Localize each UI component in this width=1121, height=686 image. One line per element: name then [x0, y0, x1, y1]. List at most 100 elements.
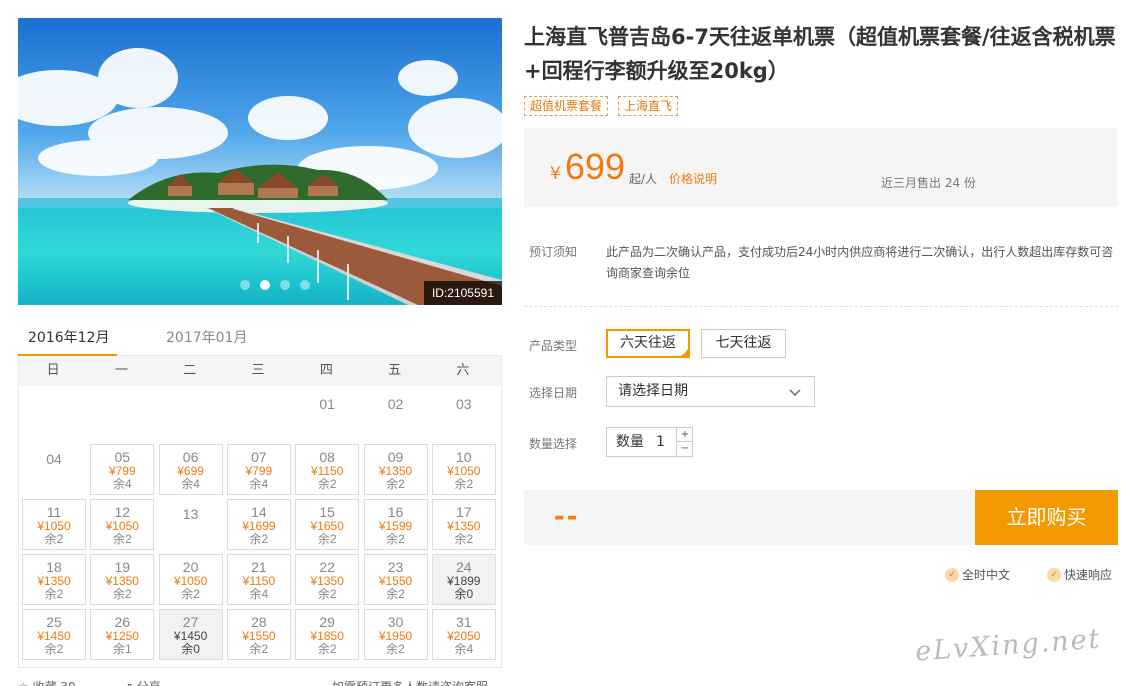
calendar-day-06[interactable]: 06 ¥699 余4	[158, 444, 223, 495]
day-remaining: 余2	[386, 532, 405, 546]
quantity-value[interactable]: 1	[656, 428, 665, 456]
calendar-day-03: 03	[432, 389, 496, 440]
calendar-day-11[interactable]: 11 ¥1050 余2	[22, 499, 86, 550]
day-number: 23	[387, 559, 404, 575]
weekday-tue: 二	[183, 363, 197, 378]
tab-month-jan[interactable]: 2017年01月	[166, 327, 247, 347]
calendar-day-26[interactable]: 26 ¥1250 余1	[90, 609, 155, 660]
product-hero-image[interactable]: ID:2105591	[18, 18, 502, 305]
decrement-button[interactable]: −	[676, 442, 693, 456]
calendar-day-31[interactable]: 31 ¥2050 余4	[431, 609, 496, 660]
calendar-day-04: 04	[22, 444, 86, 495]
calendar-day-18[interactable]: 18 ¥1350 余2	[22, 554, 86, 605]
calendar-day-05[interactable]: 05 ¥799 余4	[90, 444, 155, 495]
favorite-button[interactable]: ☆ 收藏 30	[18, 678, 76, 686]
day-number: 10	[456, 449, 472, 465]
quantity-stepper: 数量 1 + −	[606, 427, 693, 457]
calendar-day-25[interactable]: 25 ¥1450 余2	[22, 609, 86, 660]
buy-now-button[interactable]: 立即购买	[975, 490, 1118, 545]
date-select-placeholder: 请选择日期	[618, 383, 688, 399]
day-remaining: 余4	[181, 477, 200, 491]
day-number: 14	[251, 504, 267, 520]
total-price: --	[554, 502, 580, 532]
calendar-day-14[interactable]: 14 ¥1699 余2	[226, 499, 291, 550]
weekday-header: 日 一 二 三 四 五 六	[19, 356, 501, 386]
day-remaining: 余2	[386, 477, 405, 491]
calendar-day-21[interactable]: 21 ¥1150 余4	[226, 554, 291, 605]
option-six-days[interactable]: 六天往返 ✓	[606, 329, 690, 358]
calendar-day-30[interactable]: 30 ¥1950 余2	[363, 609, 428, 660]
calendar-day-12[interactable]: 12 ¥1050 余2	[90, 499, 155, 550]
day-remaining: 余2	[454, 477, 474, 491]
day-number: 19	[114, 559, 131, 575]
product-title: 上海直飞普吉岛6-7天往返单机票（超值机票套餐/往返含税机票+回程行李额升级至2…	[524, 25, 1116, 83]
calendar-day-24[interactable]: 24 ¥1899 余0	[431, 554, 496, 605]
day-number: 31	[456, 614, 472, 630]
day-number: 29	[319, 614, 335, 630]
calendar-day-27[interactable]: 27 ¥1450 余0	[158, 609, 223, 660]
day-remaining: 余2	[249, 532, 269, 546]
day-number: 02	[387, 396, 404, 412]
carousel-dot[interactable]	[300, 280, 310, 290]
day-number: 15	[319, 504, 335, 520]
day-number: 21	[251, 559, 267, 575]
selected-check-icon: ✓	[682, 349, 688, 357]
option-seven-days[interactable]: 七天往返	[701, 329, 786, 358]
calendar-day-09[interactable]: 09 ¥1350 余2	[363, 444, 428, 495]
check-circle-icon: ✓	[945, 567, 959, 582]
calendar-day-20[interactable]: 20 ¥1050 余2	[158, 554, 223, 605]
date-select-dropdown[interactable]: 请选择日期	[606, 376, 815, 407]
calendar-day-22[interactable]: 22 ¥1350 余2	[295, 554, 360, 605]
contact-note: 如需预订更多人数请咨询客服	[332, 678, 488, 686]
increment-button[interactable]: +	[676, 428, 693, 442]
carousel-dot-active[interactable]	[260, 280, 270, 290]
day-number: 05	[114, 449, 131, 465]
share-button[interactable]: ⇗ 分享	[123, 678, 161, 686]
day-remaining: 余1	[112, 642, 132, 656]
calendar-day-13: 13	[159, 499, 223, 550]
site-watermark: eLvXing.net	[914, 623, 1103, 668]
booking-notice-text: 此产品为二次确认产品，支付成功后24小时内供应商将进行二次确认，出行人数超出库存…	[606, 245, 1114, 280]
day-number: 12	[114, 504, 131, 520]
promise-fast-response: ✓ 快速响应	[1047, 566, 1112, 583]
tag-direct-flight: 上海直飞	[618, 96, 679, 116]
calendar-day-23[interactable]: 23 ¥1550 余2	[363, 554, 428, 605]
day-number: 08	[319, 449, 335, 465]
day-number: 06	[182, 449, 199, 465]
day-remaining: 余2	[454, 532, 474, 546]
carousel-dot[interactable]	[280, 280, 290, 290]
weekday-mon: 一	[114, 363, 128, 378]
calendar-day-16[interactable]: 16 ¥1599 余2	[363, 499, 428, 550]
day-number: 09	[387, 449, 404, 465]
day-remaining: 余2	[44, 532, 64, 546]
weekday-sat: 六	[456, 363, 470, 378]
day-number: 03	[456, 396, 472, 412]
calendar-day-07[interactable]: 07 ¥799 余4	[226, 444, 291, 495]
day-remaining: 余2	[317, 642, 337, 656]
day-remaining: 余2	[112, 587, 132, 601]
tag-value-package: 超值机票套餐	[524, 96, 609, 116]
booking-notice-label: 预订须知	[529, 245, 578, 259]
calendar-day-01: 01	[295, 389, 359, 440]
day-remaining: 余0	[454, 587, 474, 601]
calendar-day-29[interactable]: 29 ¥1850 余2	[295, 609, 360, 660]
day-number: 17	[456, 504, 472, 520]
day-number: 22	[319, 559, 335, 575]
day-number: 24	[456, 559, 472, 575]
carousel-dot[interactable]	[240, 280, 250, 290]
calendar-day-19[interactable]: 19 ¥1350 余2	[90, 554, 155, 605]
day-number: 25	[46, 614, 62, 630]
calendar-day-15[interactable]: 15 ¥1650 余2	[295, 499, 360, 550]
tab-month-dec[interactable]: 2016年12月	[28, 327, 109, 347]
purchase-bar: -- 立即购买	[524, 490, 1118, 545]
calendar-day-10[interactable]: 10 ¥1050 余2	[431, 444, 496, 495]
check-circle-icon: ✓	[1047, 567, 1061, 582]
price-value: 699	[565, 146, 626, 187]
calendar-day-02: 02	[364, 389, 428, 440]
calendar-day-17[interactable]: 17 ¥1350 余2	[431, 499, 496, 550]
option-seven-days-label: 七天往返	[715, 335, 772, 351]
price-explanation-link[interactable]: 价格说明	[669, 170, 717, 187]
calendar-day-08[interactable]: 08 ¥1150 余2	[295, 444, 360, 495]
calendar-day-28[interactable]: 28 ¥1550 余2	[226, 609, 291, 660]
weekday-wed: 三	[251, 363, 265, 378]
